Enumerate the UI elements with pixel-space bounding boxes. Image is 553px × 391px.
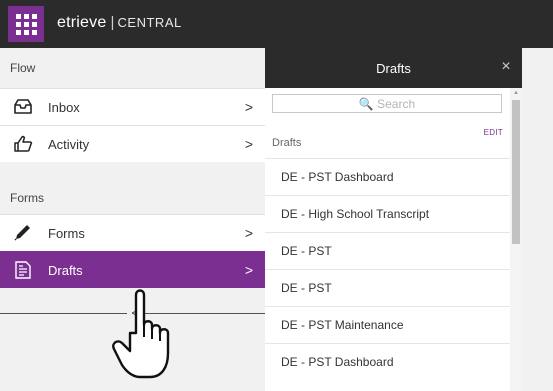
nav-item-label: Inbox <box>48 99 80 115</box>
top-header: etrieve | CENTRAL <box>0 0 553 48</box>
list-item[interactable]: DE - PST <box>265 232 510 269</box>
drafts-subheader: Drafts <box>272 137 302 149</box>
drafts-list: DE - PST Dashboard DE - High School Tran… <box>265 158 510 391</box>
thumbs-up-icon <box>12 135 34 153</box>
list-item[interactable]: DE - PST Dashboard <box>265 343 510 380</box>
brand-separator: | <box>110 14 115 31</box>
chevron-right-icon: > <box>244 136 254 152</box>
section-header-forms: Forms <box>10 191 44 205</box>
inbox-icon <box>12 98 34 116</box>
grid-icon <box>15 13 37 35</box>
brand-logo[interactable]: etrieve | CENTRAL <box>57 14 182 32</box>
search-input[interactable] <box>273 95 501 112</box>
list-item[interactable]: DE - PST Dashboard <box>265 158 510 195</box>
nav-item-label: Drafts <box>48 262 83 278</box>
close-icon[interactable]: × <box>498 59 514 75</box>
scrollbar[interactable]: ▲ <box>510 88 522 391</box>
hand-pointer-icon <box>112 289 170 379</box>
brand-product: CENTRAL <box>117 15 182 30</box>
chevron-right-icon: > <box>244 99 254 115</box>
drafts-panel-title: Drafts <box>376 60 411 76</box>
brand-name: etrieve <box>57 14 107 31</box>
drafts-panel: Drafts × EDIT Drafts DE - PST Dashboard … <box>265 48 522 391</box>
chevron-right-icon: > <box>244 225 254 241</box>
search-box[interactable] <box>272 94 502 113</box>
drafts-document-icon <box>12 261 34 279</box>
nav-item-drafts[interactable]: Drafts > <box>0 251 265 288</box>
scroll-up-icon[interactable]: ▲ <box>510 90 522 96</box>
scrollbar-thumb[interactable] <box>512 100 520 244</box>
chevron-right-icon: > <box>244 262 254 278</box>
nav-item-forms[interactable]: Forms > <box>0 214 265 251</box>
list-item[interactable]: DE - PST <box>265 269 510 306</box>
edit-link[interactable]: EDIT <box>484 128 503 137</box>
nav-item-label: Activity <box>48 136 90 152</box>
pencil-icon <box>12 224 34 242</box>
drafts-panel-header: Drafts × <box>265 48 522 88</box>
list-item[interactable]: DE - High School Transcript <box>265 195 510 232</box>
section-header-flow: Flow <box>10 61 36 75</box>
list-item[interactable]: DE - PST Maintenance <box>265 306 510 343</box>
app-launcher-button[interactable] <box>8 6 44 42</box>
nav-item-label: Forms <box>48 225 85 241</box>
nav-item-inbox[interactable]: Inbox > <box>0 88 265 125</box>
nav-item-activity[interactable]: Activity > <box>0 125 265 162</box>
right-gutter <box>522 48 553 391</box>
